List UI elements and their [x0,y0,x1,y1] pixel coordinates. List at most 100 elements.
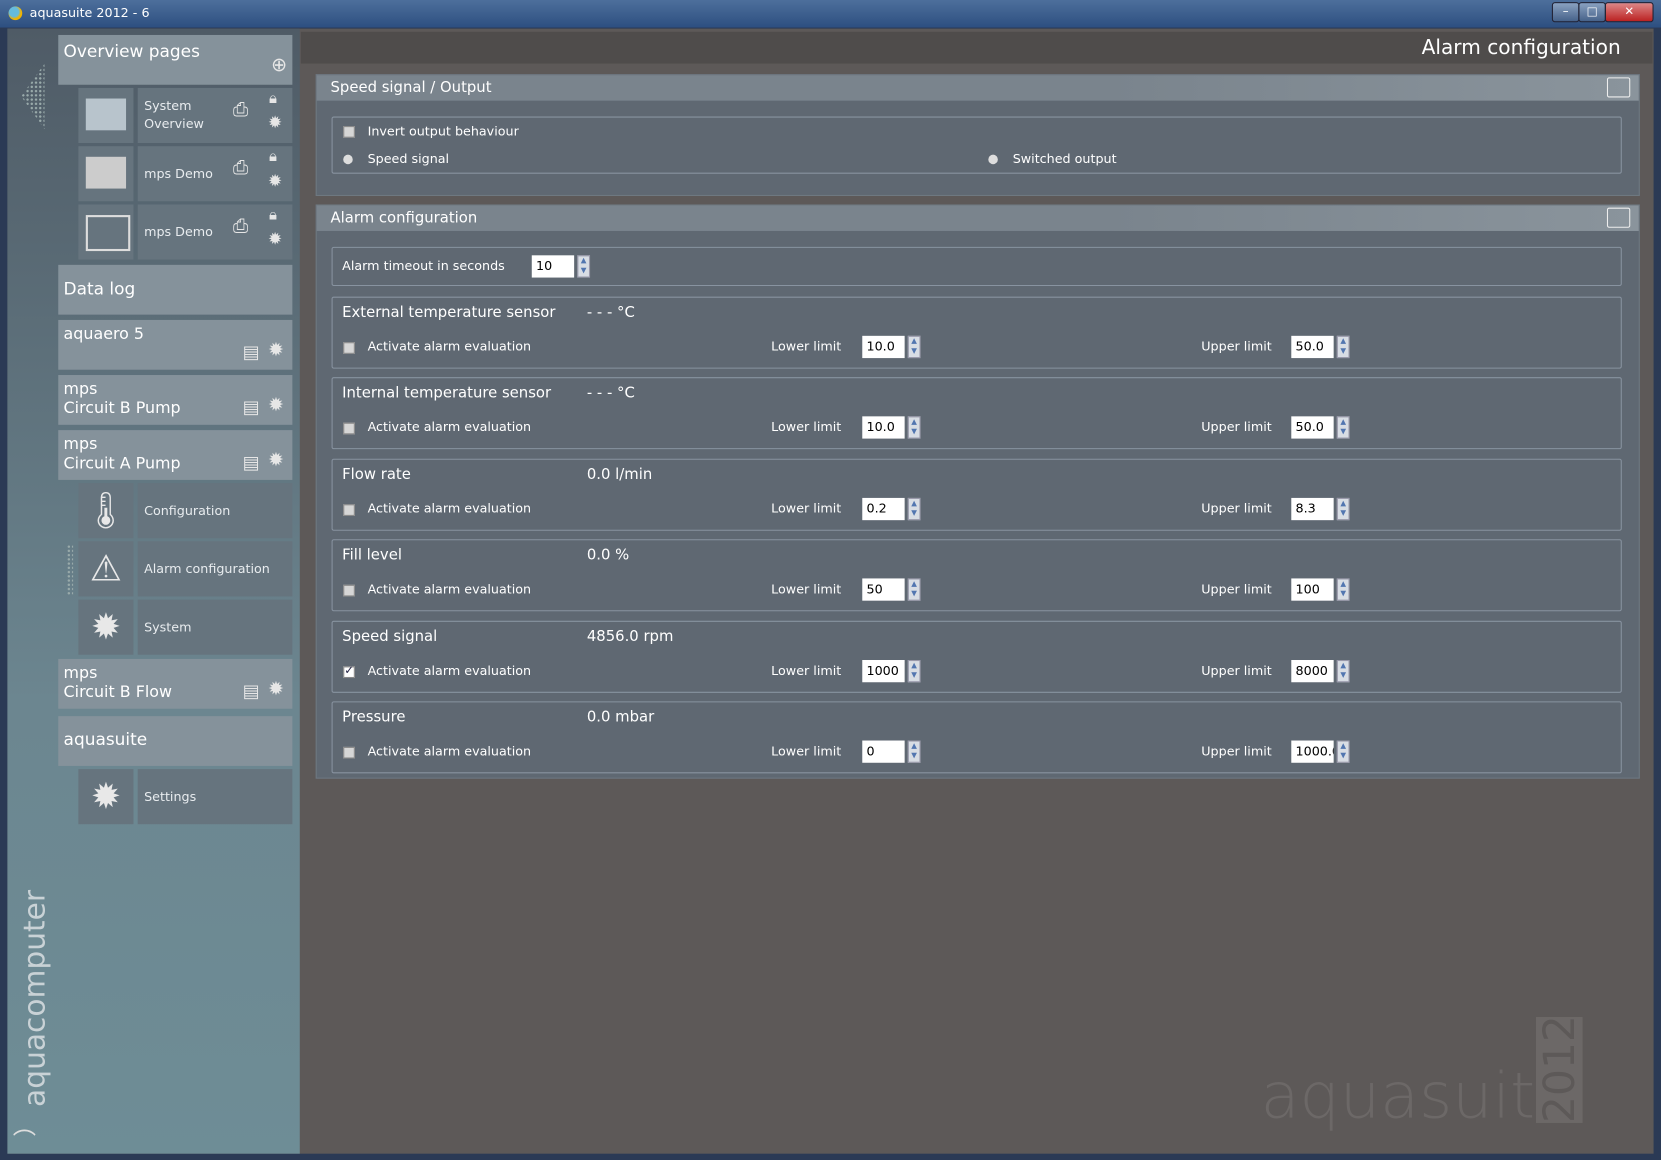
upper-limit-input[interactable]: 8.3 [1291,497,1334,520]
sidebar-subitem[interactable]: System [137,599,293,655]
active-indicator [66,544,74,596]
invert-output-checkbox[interactable] [343,126,355,138]
export-icon[interactable]: ⎙ [233,100,248,119]
overview-thumbnail-icon[interactable] [78,87,134,144]
upper-limit-input[interactable]: 8000 [1291,659,1334,682]
sidebar-device-circuit-a-pump[interactable]: mps Circuit A Pump ▤ ✹ [58,430,293,480]
lock-icon[interactable]: 🔒︎ [269,148,277,166]
save-icon[interactable]: ▤ [243,343,260,362]
sidebar-device-circuit-b-pump[interactable]: mps Circuit B Pump ▤ ✹ [58,375,293,425]
lock-icon[interactable]: 🔒︎ [269,90,277,108]
upper-limit-label: Upper limit [1201,419,1272,435]
sidebar-data-log[interactable]: Data log [58,264,293,315]
lower-limit-input[interactable]: 0.2 [862,497,905,520]
switched-output-radio[interactable] [988,154,998,165]
lower-limit-stepper[interactable]: ▲ ▼ [907,740,921,763]
rss-icon[interactable]: ⌒ [13,1123,36,1157]
add-icon[interactable]: ⊕ [271,54,287,76]
gear-icon[interactable]: ✹ [268,341,284,360]
sidebar-device-aquaero[interactable]: aquaero 5 ▤ ✹ [58,319,293,370]
alarm-warning-icon[interactable]: ⚠ [78,541,134,597]
lower-limit-input[interactable]: 10.0 [862,416,905,440]
gear-icon[interactable]: ✹ [268,451,284,470]
upper-limit-stepper[interactable]: ▲ ▼ [1336,578,1350,601]
lower-limit-stepper[interactable]: ▲ ▼ [907,659,921,682]
item-label: mps Demo [144,165,213,181]
overview-thumbnail-icon[interactable] [78,204,134,260]
upper-limit-input[interactable]: 100 [1291,578,1334,601]
activate-alarm-checkbox[interactable] [343,504,355,516]
sidebar-overview-pages[interactable]: Overview pages ⊕ [58,34,293,85]
upper-limit-label: Upper limit [1201,662,1272,678]
overview-thumbnail-icon[interactable] [78,146,134,202]
lock-icon[interactable]: 🔒︎ [269,207,277,225]
sidebar-aquasuite[interactable]: aquasuite [58,716,293,766]
export-icon[interactable]: ⎙ [233,217,248,236]
lower-limit-stepper[interactable]: ▲ ▼ [907,335,921,359]
gear-icon[interactable]: ✹ [268,230,282,248]
upper-limit-input[interactable]: 50.0 [1291,335,1334,359]
upper-limit-stepper[interactable]: ▲ ▼ [1336,659,1350,682]
upper-limit-stepper[interactable]: ▲ ▼ [1336,740,1350,763]
thermometer-icon[interactable]: 🌡︎ [78,483,134,539]
sensor-value: 4856.0 rpm [586,627,674,645]
upper-limit-stepper[interactable]: ▲ ▼ [1336,335,1350,359]
lower-limit-input[interactable]: 50 [862,578,905,601]
maximize-button[interactable]: □ [1578,2,1606,23]
gear-icon[interactable]: ✹ [268,396,284,415]
activate-alarm-checkbox[interactable] [343,663,355,678]
switched-output-label: Switched output [1012,151,1117,167]
upper-limit-stepper[interactable]: ▲ ▼ [1336,416,1350,440]
window-toggle-icon[interactable] [1606,77,1631,98]
sensor-alarm-row: External temperature sensor - - - °C Act… [331,296,1622,369]
sensor-value: - - - °C [586,384,635,402]
activate-alarm-checkbox[interactable] [343,342,355,354]
sidebar-device-circuit-b-flow[interactable]: mps Circuit B Flow ▤ ✹ [58,658,293,709]
sensor-alarm-row: Speed signal 4856.0 rpm Activate alarm e… [331,620,1622,693]
gears-icon[interactable]: ✹ [78,599,134,655]
sensor-value: - - - °C [586,304,635,321]
gear-icon[interactable]: ✹ [268,680,284,699]
activate-alarm-checkbox[interactable] [343,423,355,435]
gears-icon[interactable]: ✹ [78,769,134,825]
app-logo-icon [8,6,23,21]
activate-alarm-checkbox[interactable] [343,746,355,759]
sidebar-overview-item[interactable]: mps Demo ⎙ 🔒︎ ✹ [137,146,293,202]
save-icon[interactable]: ▤ [243,398,260,417]
sidebar-overview-item[interactable]: mps Demo ⎙ 🔒︎ ✹ [137,204,293,260]
lower-limit-label: Lower limit [771,581,842,597]
sidebar-subitem[interactable]: Configuration [137,483,293,539]
alarm-timeout-label: Alarm timeout in seconds [342,258,505,274]
window-toggle-icon[interactable] [1606,207,1631,228]
gear-icon[interactable]: ✹ [268,172,282,190]
sidebar-subitem[interactable]: Alarm configuration [137,541,293,597]
save-icon[interactable]: ▤ [243,453,260,472]
lower-limit-stepper[interactable]: ▲ ▼ [907,416,921,440]
lower-limit-input[interactable]: 10.0 [862,335,905,359]
speed-output-panel: Speed signal / Output Invert output beha… [315,74,1640,196]
lower-limit-label: Lower limit [771,419,842,435]
sidebar-overview-item[interactable]: System Overview ⎙ 🔒︎ ✹ [137,87,293,144]
upper-limit-input[interactable]: 50.0 [1291,416,1334,440]
save-icon[interactable]: ▤ [243,682,260,701]
sensor-value: 0.0 mbar [586,708,655,726]
export-icon[interactable]: ⎙ [233,158,248,177]
speed-signal-radio[interactable] [343,154,353,165]
sidebar-settings[interactable]: Settings [137,769,293,825]
minimize-button[interactable]: – [1551,2,1580,23]
lower-limit-stepper[interactable]: ▲ ▼ [907,497,921,520]
upper-limit-stepper[interactable]: ▲ ▼ [1336,497,1350,520]
activate-alarm-checkbox[interactable] [343,584,355,597]
alarm-timeout-stepper[interactable]: ▲ ▼ [577,255,591,278]
output-options: Invert output behaviour Speed signal Swi… [331,116,1622,174]
activate-alarm-label: Activate alarm evaluation [367,581,532,597]
upper-limit-input[interactable]: 1000.0 [1291,740,1334,763]
lower-limit-input[interactable]: 0 [862,740,905,763]
activate-alarm-label: Activate alarm evaluation [367,500,532,516]
gear-icon[interactable]: ✹ [268,113,282,131]
upper-limit-label: Upper limit [1201,581,1272,597]
lower-limit-input[interactable]: 1000 [862,659,905,682]
close-button[interactable]: ✕ [1604,2,1654,23]
lower-limit-stepper[interactable]: ▲ ▼ [907,578,921,601]
alarm-timeout-input[interactable]: 10 [531,255,575,278]
